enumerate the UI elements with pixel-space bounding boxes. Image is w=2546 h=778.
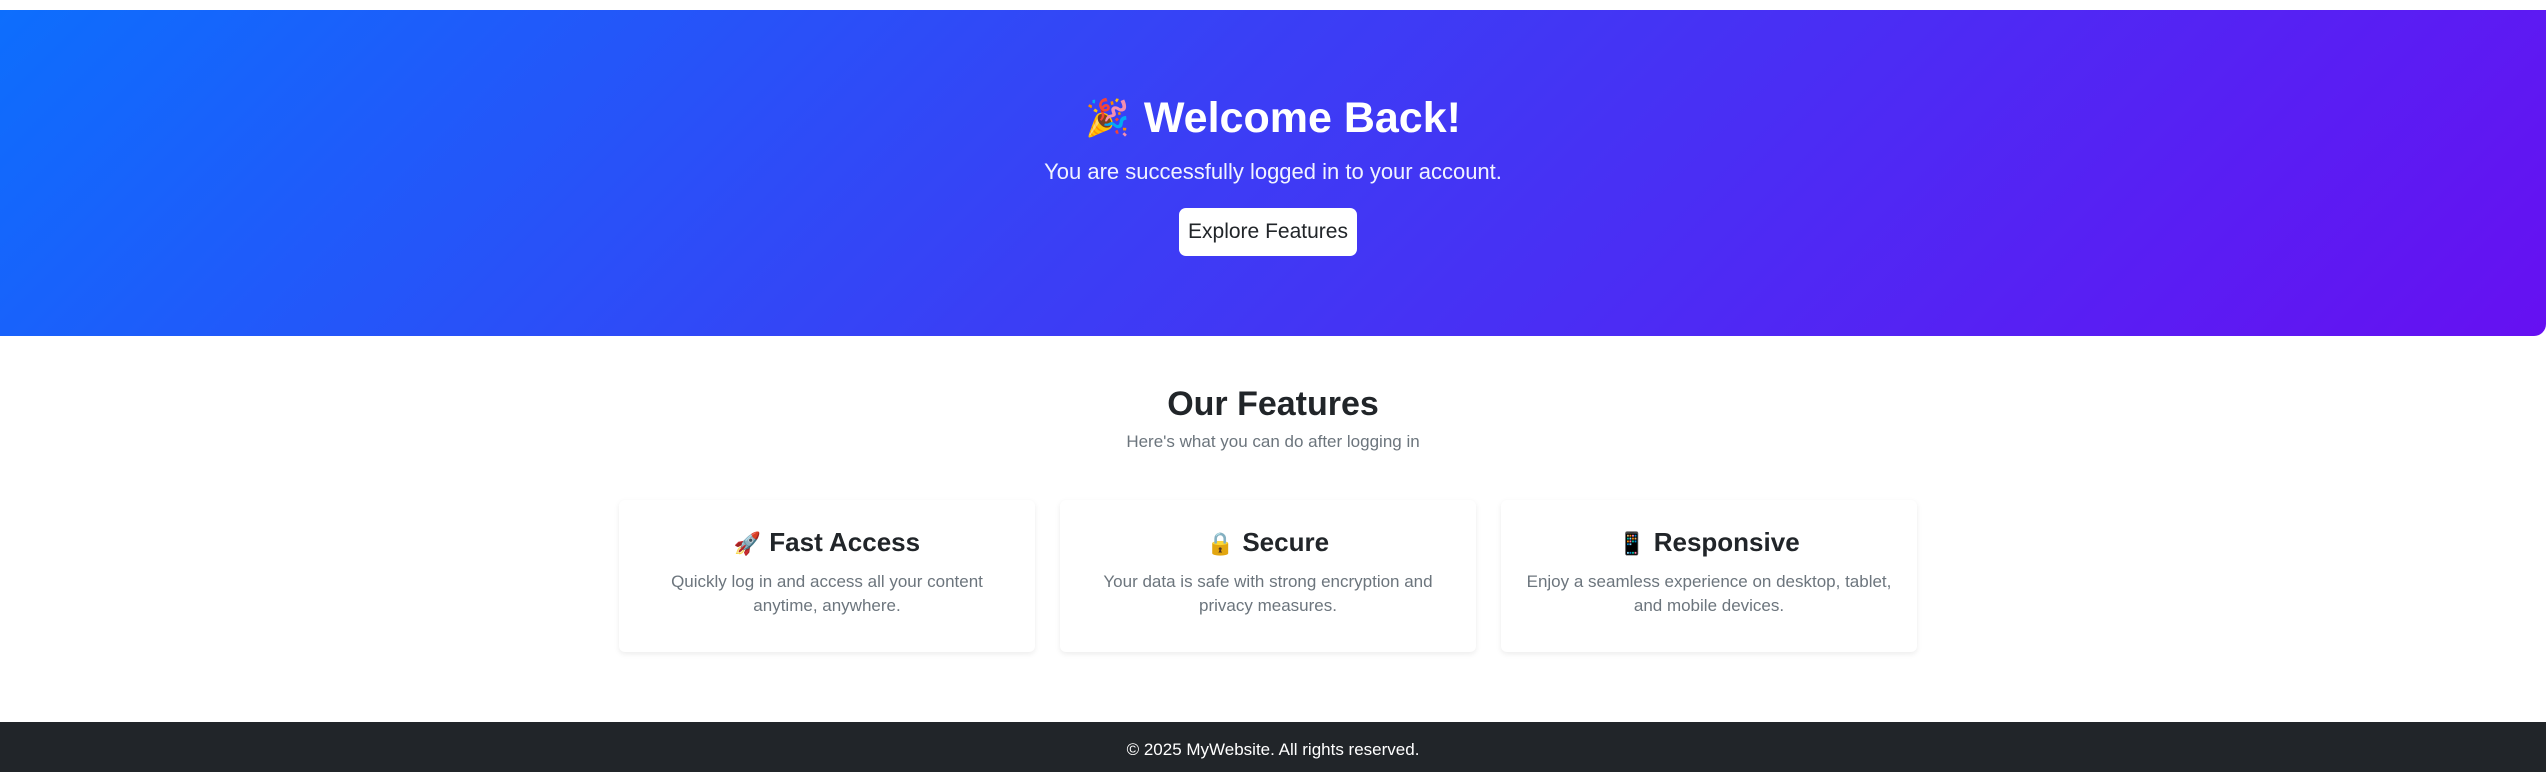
feature-card-text: Enjoy a seamless experience on desktop, … [1526, 572, 1892, 615]
feature-card-title-text: Responsive [1653, 527, 1800, 557]
explore-features-button[interactable]: Explore Features [1179, 208, 1357, 256]
hero-title-text: Welcome Back! [1143, 94, 1461, 142]
hero-section: 🎉 Welcome Back! You are successfully logg… [0, 10, 2546, 336]
feature-card-secure: 🔒 Secure Your data is safe with strong en… [1060, 500, 1476, 652]
feature-card-title: 🔒 Secure [1084, 526, 1452, 560]
feature-card-text: Quickly log in and access all your conte… [671, 572, 983, 615]
footer-copyright: © 2025 MyWebsite. All rights reserved. [1126, 740, 1420, 759]
feature-card-title: 📱 Responsive [1525, 526, 1893, 560]
feature-card-title-text: Secure [1242, 527, 1330, 557]
footer: © 2025 MyWebsite. All rights reserved. [0, 722, 2546, 772]
lock-icon: 🔒 [1206, 531, 1235, 556]
hero-subtitle: You are successfully logged in to your a… [1044, 159, 1502, 184]
hero-title: 🎉 Welcome Back! [0, 92, 2546, 144]
party-popper-icon: 🎉 [1085, 97, 1130, 138]
feature-card-title: 🚀 Fast Access [643, 526, 1011, 560]
rocket-icon: 🚀 [733, 531, 762, 556]
features-title: Our Features [1167, 385, 1379, 423]
mobile-phone-icon: 📱 [1618, 531, 1646, 556]
feature-card-text: Your data is safe with strong encryption… [1103, 572, 1433, 615]
features-subtitle: Here's what you can do after logging in [1126, 432, 1420, 451]
feature-card-responsive: 📱 Responsive Enjoy a seamless experience … [1501, 500, 1917, 652]
feature-card-title-text: Fast Access [769, 527, 921, 557]
feature-cards: 🚀 Fast Access Quickly log in and access a… [619, 500, 1917, 652]
feature-card-fast-access: 🚀 Fast Access Quickly log in and access a… [619, 500, 1035, 652]
